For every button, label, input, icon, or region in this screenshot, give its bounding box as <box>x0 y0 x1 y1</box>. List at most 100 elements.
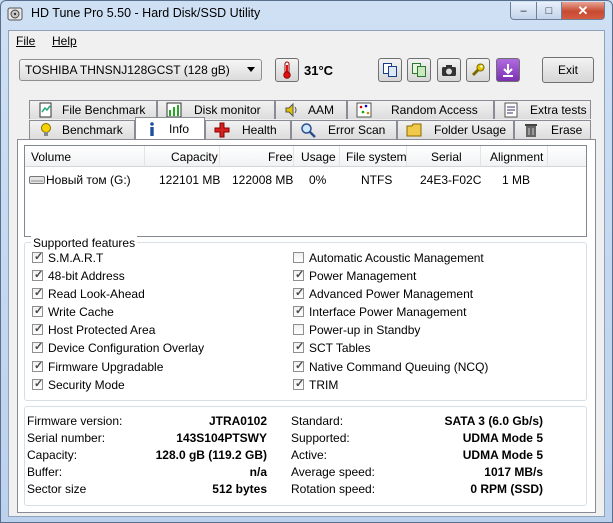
tab-health[interactable]: Health <box>205 120 291 139</box>
detail-key: Active: <box>291 448 328 462</box>
screenshot-button[interactable] <box>437 58 461 82</box>
checkmark-icon: ✓ <box>295 287 305 299</box>
window-title: HD Tune Pro 5.50 - Hard Disk/SSD Utility <box>31 6 261 20</box>
options-button[interactable] <box>466 58 490 82</box>
column-divider[interactable] <box>219 146 220 166</box>
column-divider[interactable] <box>406 146 407 166</box>
detail-key: Buffer: <box>27 465 63 479</box>
copy-info-button[interactable] <box>378 58 402 82</box>
menu-file[interactable]: File <box>16 34 35 48</box>
temperature-button[interactable] <box>275 58 299 82</box>
tab-extra-tests-label: Extra tests <box>530 103 587 117</box>
tab-random-access[interactable]: Random Access <box>347 100 494 119</box>
checkmark-icon: ✓ <box>34 323 44 335</box>
tab-disk-monitor-label: Disk monitor <box>194 103 261 117</box>
col-file-system[interactable]: File system <box>346 150 407 164</box>
arrow-down-icon <box>503 64 513 77</box>
feature-checkbox[interactable]: ✓ <box>293 360 304 372</box>
tab-info[interactable]: Info <box>135 117 205 139</box>
temperature-readout: 31°C <box>304 63 334 78</box>
close-button[interactable]: ✕ <box>561 2 605 20</box>
column-divider[interactable] <box>480 146 481 166</box>
feature-checkbox[interactable]: ✓ <box>32 287 43 299</box>
extra-tests-icon <box>504 102 518 118</box>
tab-info-label: Info <box>169 122 190 136</box>
feature-checkbox[interactable] <box>293 324 304 335</box>
detail-standard: Standard: SATA 3 (6.0 Gb/s) <box>291 414 543 430</box>
column-divider[interactable] <box>144 146 145 166</box>
feature-label: Advanced Power Management <box>309 287 474 301</box>
volume-file-system: NTFS <box>361 173 393 187</box>
toolbar: TOSHIBA THNSNJ128GCST (128 gB) 31°C Exit <box>9 51 604 91</box>
feature-checkbox[interactable]: ✓ <box>32 341 44 353</box>
feature-checkbox[interactable]: ✓ <box>32 251 43 263</box>
copy-icon <box>383 63 397 77</box>
feature-checkbox[interactable]: ✓ <box>32 360 43 372</box>
tab-folder-usage[interactable]: Folder Usage <box>397 120 514 139</box>
feature-checkbox[interactable]: ✓ <box>293 287 305 299</box>
tab-extra-tests[interactable]: Extra tests <box>494 100 591 119</box>
disk-monitor-icon <box>166 102 182 118</box>
drive-select[interactable]: TOSHIBA THNSNJ128GCST (128 gB) <box>19 59 262 81</box>
menu-help[interactable]: Help <box>52 34 77 48</box>
feature-label: Firmware Upgradable <box>48 360 164 374</box>
exit-button[interactable]: Exit <box>542 57 594 83</box>
lightbulb-icon <box>41 123 51 136</box>
title-bar[interactable]: HD Tune Pro 5.50 - Hard Disk/SSD Utility… <box>1 1 612 27</box>
feature-checkbox[interactable] <box>293 252 304 263</box>
col-capacity[interactable]: Capacity <box>171 150 218 164</box>
thermometer-icon <box>283 61 291 79</box>
feature-checkbox[interactable]: ✓ <box>32 323 44 335</box>
feature-label: Device Configuration Overlay <box>48 341 205 355</box>
menu-file-label: File <box>16 34 36 48</box>
detail-active: Active: UDMA Mode 5 <box>291 448 543 464</box>
volume-name: Новый том (G:) <box>46 173 131 187</box>
feature-checkbox[interactable]: ✓ <box>32 269 44 281</box>
table-row[interactable]: Новый том (G:) 122101 MB 122008 MB 0% NT… <box>25 170 586 190</box>
volume-free: 122008 MB <box>232 173 294 187</box>
col-usage[interactable]: Usage <box>301 150 336 164</box>
feature-checkbox[interactable]: ✓ <box>293 341 304 353</box>
column-divider[interactable] <box>339 146 340 166</box>
feature-label: Interface Power Management <box>309 305 467 319</box>
column-divider[interactable] <box>547 146 548 166</box>
tab-erase-label: Erase <box>551 123 583 137</box>
checkmark-icon: ✓ <box>295 269 305 281</box>
detail-key: Supported: <box>291 431 350 445</box>
detail-key: Average speed: <box>291 465 375 479</box>
detail-sector-size: Sector size 512 bytes <box>27 482 267 498</box>
volume-usage: 0% <box>309 173 327 187</box>
checkmark-icon: ✓ <box>34 269 44 281</box>
detail-key: Standard: <box>291 414 344 428</box>
feature-checkbox[interactable]: ✓ <box>32 378 43 390</box>
feature-checkbox[interactable]: ✓ <box>293 378 304 390</box>
tab-aam[interactable]: AAM <box>275 100 347 119</box>
feature-label: Native Command Queuing (NCQ) <box>309 360 489 374</box>
col-serial[interactable]: Serial <box>431 150 462 164</box>
supported-features-legend: Supported features <box>31 236 138 250</box>
column-divider[interactable] <box>293 146 294 166</box>
detail-supported: Supported: UDMA Mode 5 <box>291 431 543 447</box>
feature-checkbox[interactable]: ✓ <box>293 269 305 281</box>
tab-erase[interactable]: Erase <box>514 120 591 139</box>
maximize-button[interactable]: □ <box>536 2 562 20</box>
tab-error-scan[interactable]: Error Scan <box>291 120 397 139</box>
trash-icon <box>525 124 537 137</box>
minimize-button[interactable]: – <box>510 2 537 20</box>
col-volume[interactable]: Volume <box>31 150 71 164</box>
copy-all-button[interactable] <box>407 58 431 82</box>
feature-checkbox[interactable]: ✓ <box>32 305 43 317</box>
menu-bar: File Help <box>9 31 604 51</box>
col-alignment[interactable]: Alignment <box>490 150 543 164</box>
tab-benchmark[interactable]: Benchmark <box>29 120 135 139</box>
feature-checkbox[interactable]: ✓ <box>293 305 304 317</box>
tab-random-access-label: Random Access <box>391 103 478 117</box>
random-access-icon <box>356 102 372 118</box>
col-free[interactable]: Free <box>268 150 293 164</box>
tab-health-label: Health <box>242 123 277 137</box>
tab-aam-label: AAM <box>308 103 335 117</box>
save-button[interactable] <box>496 58 520 82</box>
detail-value: 0 RPM (SSD) <box>470 482 543 496</box>
checkmark-icon: ✓ <box>34 341 44 353</box>
detail-value: UDMA Mode 5 <box>462 431 543 445</box>
